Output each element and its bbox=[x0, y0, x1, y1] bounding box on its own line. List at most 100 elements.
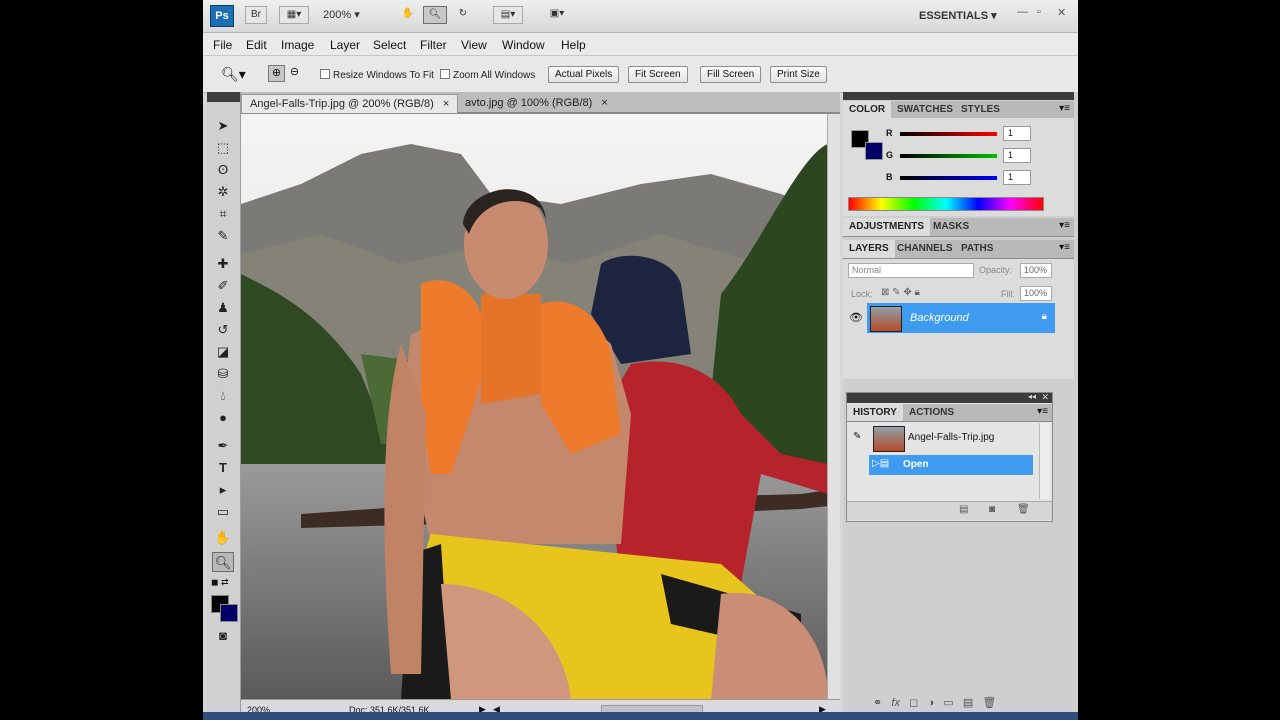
fit-screen-button[interactable]: Fit Screen bbox=[628, 66, 688, 83]
tab-history[interactable]: HISTORY bbox=[847, 404, 903, 421]
marquee-tool-icon[interactable]: ⬚ bbox=[212, 138, 234, 158]
delete-layer-icon[interactable]: 🗑︎ bbox=[982, 697, 996, 709]
trash-icon[interactable]: 🗑︎ bbox=[1017, 504, 1030, 515]
tab-adjustments[interactable]: ADJUSTMENTS bbox=[843, 218, 931, 236]
tab-angel-falls[interactable]: Angel-Falls-Trip.jpg @ 200% (RGB/8) × bbox=[241, 94, 459, 113]
panel-menu-icon[interactable]: ▾≡ bbox=[1037, 406, 1048, 417]
view-extras-button[interactable]: ▦▾ bbox=[279, 6, 309, 24]
tab-avto[interactable]: avto.jpg @ 100% (RGB/8) × bbox=[457, 94, 616, 112]
actual-pixels-button[interactable]: Actual Pixels bbox=[548, 66, 620, 83]
tab-paths[interactable]: PATHS bbox=[955, 240, 999, 258]
lock-icons[interactable]: ⊠ ✎ ✥ 🔒︎ bbox=[881, 287, 920, 298]
panel-menu-icon[interactable]: ▾≡ bbox=[1059, 103, 1070, 114]
rotate-view-icon[interactable]: ↻ bbox=[453, 6, 473, 24]
healing-brush-icon[interactable]: ✚ bbox=[212, 254, 234, 274]
close-icon[interactable]: × bbox=[443, 98, 449, 110]
crop-tool-icon[interactable]: ⌗ bbox=[212, 204, 234, 224]
tab-channels[interactable]: CHANNELS bbox=[891, 240, 959, 258]
screen-mode-button[interactable]: ▣▾ bbox=[539, 6, 575, 24]
zoom-preset-icon[interactable]: 🔍︎▾ bbox=[221, 66, 246, 83]
tools-panel-header[interactable] bbox=[207, 92, 240, 102]
hand-tool-icon[interactable]: ✋ bbox=[212, 528, 234, 548]
opacity-input[interactable]: 100% bbox=[1020, 263, 1052, 278]
history-step-open[interactable]: ▷▤ Open bbox=[869, 455, 1033, 475]
close-icon[interactable]: ✕ bbox=[1057, 6, 1066, 19]
zoom-level-select[interactable]: 200% ▾ bbox=[323, 8, 360, 21]
workspace-switcher[interactable]: ESSENTIALS ▾ bbox=[919, 9, 997, 22]
close-icon[interactable]: × bbox=[601, 97, 607, 109]
panel-dock-header[interactable] bbox=[843, 92, 1074, 100]
layer-background[interactable]: Background 🔒︎ bbox=[867, 303, 1055, 333]
tab-color[interactable]: COLOR bbox=[843, 101, 892, 119]
menu-edit[interactable]: Edit bbox=[246, 38, 267, 52]
arrange-documents-button[interactable]: ▤▾ bbox=[493, 6, 523, 24]
collapse-icon[interactable]: ◂◂ bbox=[1028, 392, 1036, 401]
new-document-icon[interactable]: ▤ bbox=[959, 504, 968, 515]
link-layers-icon[interactable]: ⚭ bbox=[873, 697, 882, 709]
blend-mode-select[interactable]: Normal bbox=[848, 263, 974, 278]
shape-tool-icon[interactable]: ▭ bbox=[212, 502, 234, 522]
zoom-tool-icon[interactable]: 🔍︎ bbox=[423, 6, 447, 24]
color-spectrum-bar[interactable] bbox=[848, 197, 1044, 211]
tab-actions[interactable]: ACTIONS bbox=[903, 404, 960, 421]
magic-wand-icon[interactable]: ✲ bbox=[212, 182, 234, 202]
menu-window[interactable]: Window bbox=[502, 38, 545, 52]
red-slider[interactable] bbox=[900, 132, 997, 136]
history-scrollbar[interactable] bbox=[1039, 423, 1050, 499]
tab-masks[interactable]: MASKS bbox=[927, 218, 975, 236]
history-snapshot[interactable]: ✎ Angel-Falls-Trip.jpg bbox=[847, 424, 1035, 452]
menu-help[interactable]: Help bbox=[561, 38, 586, 52]
menu-image[interactable]: Image bbox=[281, 38, 314, 52]
red-value[interactable]: 1 bbox=[1003, 126, 1031, 141]
background-color-swatch[interactable] bbox=[865, 142, 883, 160]
blur-tool-icon[interactable]: 💧︎ bbox=[212, 386, 234, 406]
menu-select[interactable]: Select bbox=[373, 38, 406, 52]
group-folder-icon[interactable]: ▭ bbox=[943, 697, 953, 709]
menu-file[interactable]: File bbox=[213, 38, 232, 52]
zoom-all-windows-checkbox[interactable]: Zoom All Windows bbox=[440, 69, 535, 81]
paint-bucket-icon[interactable]: ⛁ bbox=[212, 364, 234, 384]
close-icon[interactable]: ✕ bbox=[1041, 392, 1049, 403]
blue-value[interactable]: 1 bbox=[1003, 170, 1031, 185]
menu-layer[interactable]: Layer bbox=[330, 38, 360, 52]
history-header-bar[interactable]: ◂◂ ✕ bbox=[847, 392, 1052, 403]
fx-icon[interactable]: fx bbox=[891, 697, 900, 709]
eyedropper-icon[interactable]: ✎ bbox=[212, 226, 234, 246]
new-layer-icon[interactable]: ▤ bbox=[963, 697, 973, 709]
menu-filter[interactable]: Filter bbox=[420, 38, 447, 52]
visibility-eye-icon[interactable]: 👁︎ bbox=[849, 311, 863, 324]
minimize-icon[interactable]: — bbox=[1017, 6, 1028, 18]
hand-icon[interactable]: ✋ bbox=[398, 6, 418, 24]
mask-icon[interactable]: ◻ bbox=[909, 697, 918, 709]
vertical-scrollbar[interactable] bbox=[827, 114, 840, 699]
lasso-tool-icon[interactable]: ʘ bbox=[212, 160, 234, 180]
path-selection-icon[interactable]: ▸ bbox=[212, 480, 234, 500]
snapshot-camera-icon[interactable]: ◙ bbox=[989, 504, 995, 515]
eraser-icon[interactable]: ◪ bbox=[212, 342, 234, 362]
zoom-in-icon[interactable]: ⊕ bbox=[268, 65, 285, 82]
fill-screen-button[interactable]: Fill Screen bbox=[700, 66, 762, 83]
bridge-button[interactable]: Br bbox=[245, 6, 267, 24]
print-size-button[interactable]: Print Size bbox=[770, 66, 827, 83]
resize-windows-checkbox[interactable]: Resize Windows To Fit bbox=[320, 69, 434, 81]
blue-slider[interactable] bbox=[900, 176, 997, 180]
background-color-swatch[interactable] bbox=[220, 604, 238, 622]
tab-styles[interactable]: STYLES bbox=[955, 101, 1006, 119]
menu-view[interactable]: View bbox=[461, 38, 487, 52]
quick-mask-icon[interactable]: ◙ bbox=[212, 626, 234, 646]
move-tool-icon[interactable]: ➤ bbox=[212, 116, 234, 136]
history-brush-icon[interactable]: ↺ bbox=[212, 320, 234, 340]
brush-tool-icon[interactable]: ✐ bbox=[212, 276, 234, 296]
panel-menu-icon[interactable]: ▾≡ bbox=[1059, 220, 1070, 231]
history-brush-source-icon[interactable]: ✎ bbox=[853, 431, 861, 442]
maximize-icon[interactable]: ▫ bbox=[1037, 6, 1041, 18]
pen-tool-icon[interactable]: ✒ bbox=[212, 436, 234, 456]
photo-canvas[interactable] bbox=[241, 114, 828, 699]
panel-menu-icon[interactable]: ▾≡ bbox=[1059, 242, 1070, 253]
zoom-out-icon[interactable]: ⊖ bbox=[286, 65, 303, 82]
zoom-tool-icon[interactable]: 🔍︎ bbox=[212, 552, 234, 572]
clone-stamp-icon[interactable]: ♟ bbox=[212, 298, 234, 318]
dodge-tool-icon[interactable]: ● bbox=[212, 408, 234, 428]
fill-input[interactable]: 100% bbox=[1020, 286, 1052, 301]
swap-colors-icon[interactable]: ◼ ⇄ bbox=[211, 577, 229, 588]
